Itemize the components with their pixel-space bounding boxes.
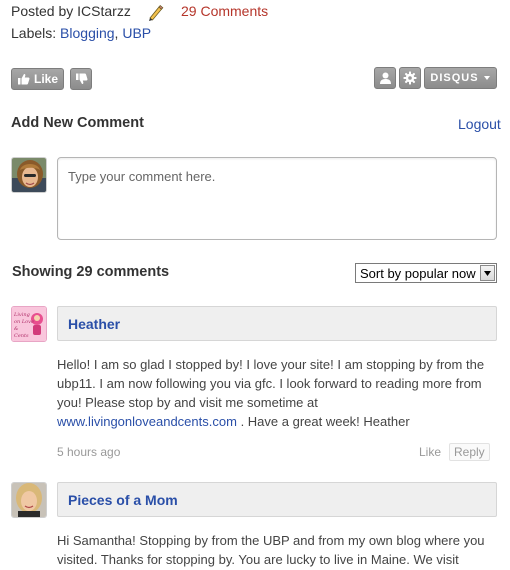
dislike-button[interactable]: [70, 68, 92, 90]
comments-count-heading: Showing 29 comments: [12, 264, 170, 280]
post-author: ICStarzz: [77, 3, 131, 19]
comment-input[interactable]: [58, 158, 496, 239]
like-button-label: Like: [33, 72, 58, 86]
comment-like-link[interactable]: Like: [419, 445, 441, 459]
comment-body: Hello! I am so glad I stopped by! I love…: [57, 355, 489, 431]
comment-reply-button[interactable]: Reply: [449, 443, 490, 461]
sort-select[interactable]: Sort by popular now: [355, 263, 497, 283]
label-link-ubp[interactable]: UBP: [122, 25, 151, 41]
svg-text:on Love: on Love: [14, 319, 34, 325]
add-comment-title: Add New Comment: [11, 115, 144, 131]
pieces-of-a-mom-avatar-image: [12, 483, 46, 517]
comment-text-after-link: . Have a great week! Heather: [240, 414, 410, 429]
living-on-love-logo: Living on Love & Cents: [12, 307, 46, 341]
disqus-menu-button[interactable]: DISQUS: [424, 67, 497, 89]
labels-prefix: Labels:: [11, 25, 57, 41]
comments-count-link[interactable]: 29 Comments: [181, 3, 268, 19]
like-button[interactable]: Like: [11, 68, 64, 90]
comment-avatar[interactable]: [11, 482, 47, 518]
caret-down-icon: [484, 270, 491, 276]
comment-author-name[interactable]: Pieces of a Mom: [68, 492, 178, 508]
post-labels: Labels: Blogging, UBP: [11, 25, 151, 41]
svg-text:Living: Living: [13, 312, 30, 318]
comment-text-before-link: Hello! I am so glad I stopped by! I love…: [57, 357, 485, 410]
label-link-blogging[interactable]: Blogging: [60, 25, 115, 41]
posted-by: Posted by ICStarzz: [11, 3, 131, 19]
comment-input-box[interactable]: [57, 157, 497, 240]
comment-body: Hi Samantha! Stopping by from the UBP an…: [57, 531, 489, 569]
labels-separator: ,: [114, 25, 119, 41]
svg-text:&: &: [14, 326, 19, 332]
user-button[interactable]: [374, 67, 396, 89]
current-user-avatar-image: [12, 158, 46, 192]
comment-author-bar: Pieces of a Mom: [57, 482, 497, 517]
comment-author-bar: Heather: [57, 306, 497, 341]
comment-timestamp[interactable]: 5 hours ago: [57, 445, 120, 459]
disqus-label: DISQUS: [430, 72, 479, 84]
thumbs-down-icon: [75, 73, 87, 85]
settings-button[interactable]: [399, 67, 421, 89]
caret-down-icon: [483, 76, 490, 80]
posted-by-prefix: Posted by: [11, 3, 74, 19]
sort-selected-value: Sort by popular now: [360, 266, 476, 281]
pencil-icon[interactable]: [146, 4, 164, 22]
comment-author-name[interactable]: Heather: [68, 316, 120, 332]
svg-text:Cents: Cents: [14, 333, 29, 339]
thumbs-up-icon: [17, 73, 30, 85]
comment-text: Hi Samantha! Stopping by from the UBP an…: [57, 533, 485, 567]
user-icon: [379, 72, 391, 84]
comment-avatar[interactable]: Living on Love & Cents: [11, 306, 47, 342]
gear-icon: [403, 71, 417, 85]
comment-website-link[interactable]: www.livingonloveandcents.com: [57, 414, 237, 429]
logout-link[interactable]: Logout: [458, 116, 501, 132]
avatar: [11, 157, 47, 193]
sort-dropdown-arrow[interactable]: [480, 265, 495, 281]
